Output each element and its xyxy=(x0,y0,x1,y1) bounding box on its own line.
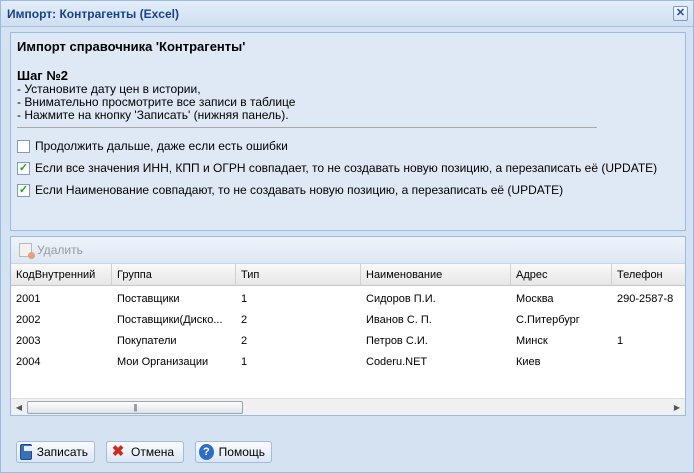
column-header[interactable]: КодВнутренний xyxy=(11,264,112,286)
table-row[interactable]: 2003 Покупатели 2 Петров С.И. Минск 1 xyxy=(11,331,685,352)
table-cell: Поставщики(Диско... xyxy=(117,314,223,326)
page-title: Импорт справочника 'Контрагенты' xyxy=(17,39,246,54)
table-cell: С.Питербург xyxy=(516,314,580,326)
step-title: Шаг №2 xyxy=(17,68,69,83)
divider xyxy=(17,127,597,128)
table-cell: Петров С.И. xyxy=(366,335,428,347)
table-cell: Поставщики xyxy=(117,293,180,305)
table-cell: 1 xyxy=(241,356,248,368)
horizontal-scrollbar[interactable]: ◀ ||| ▶ xyxy=(11,398,685,415)
save-button[interactable]: Записать xyxy=(16,441,95,463)
option-update-by-name[interactable]: ✓ Если Наименование совпадают, то не соз… xyxy=(17,182,563,198)
cancel-label: Отмена xyxy=(131,445,175,459)
option-update-by-inn[interactable]: ✓ Если все значения ИНН, КПП и ОГРН совп… xyxy=(17,160,657,176)
checkbox-update-by-name[interactable]: ✓ xyxy=(17,183,30,197)
save-label: Записать xyxy=(36,445,88,459)
table-cell xyxy=(612,310,685,331)
column-header[interactable]: Тип xyxy=(236,264,361,286)
scrollbar-thumb[interactable]: ||| xyxy=(27,401,243,414)
option-continue-on-errors[interactable]: Продолжить дальше, даже если есть ошибки xyxy=(17,138,288,154)
column-header[interactable]: Адрес xyxy=(511,264,612,286)
scroll-right-icon[interactable]: ▶ xyxy=(670,400,684,415)
table-cell: Иванов С. П. xyxy=(366,314,432,326)
table-cell: 2001 xyxy=(16,293,41,305)
cancel-icon: ✖ xyxy=(111,443,125,460)
table-cell: Киев xyxy=(516,356,541,368)
grid-toolbar: Удалить xyxy=(11,237,685,264)
instruction-line: - Нажмите на кнопку 'Записать' (нижняя п… xyxy=(17,108,289,122)
window-title: Импорт: Контрагенты (Excel) xyxy=(7,7,179,21)
checkbox-update-by-inn[interactable]: ✓ xyxy=(17,161,30,175)
table-cell: 2 xyxy=(241,314,248,326)
import-dialog: Импорт: Контрагенты (Excel) ✕ Импорт спр… xyxy=(0,0,694,473)
records-grid: Удалить КодВнутренний Группа Тип Наимено… xyxy=(10,236,686,416)
option-label: Если Наименование совпадают, то не созда… xyxy=(35,183,564,197)
delete-icon xyxy=(19,243,35,259)
table-row[interactable]: 2002 Поставщики(Диско... 2 Иванов С. П. … xyxy=(11,310,685,331)
help-label: Помощь xyxy=(218,445,265,459)
column-header[interactable]: Наименование xyxy=(361,264,511,286)
instruction-line: - Установите дату цен в истории, xyxy=(17,82,201,96)
table-cell: 1 xyxy=(617,335,624,347)
delete-label: Удалить xyxy=(37,243,83,257)
table-cell: Coderu.NET xyxy=(366,356,428,368)
scroll-left-icon[interactable]: ◀ xyxy=(12,400,26,415)
grid-header: КодВнутренний Группа Тип Наименование Ад… xyxy=(11,264,685,286)
table-cell: Москва xyxy=(516,293,554,305)
table-cell: Мои Организации xyxy=(117,356,209,368)
table-cell: 2004 xyxy=(16,356,41,368)
table-cell: Минск xyxy=(516,335,548,347)
close-icon[interactable]: ✕ xyxy=(673,6,688,21)
help-button[interactable]: ? Помощь xyxy=(195,441,272,463)
column-header[interactable]: Телефон xyxy=(612,264,685,286)
instruction-line: - Внимательно просмотрите все записи в т… xyxy=(17,95,296,109)
table-cell: 290-2587-8 xyxy=(617,293,674,305)
checkbox-continue-on-errors[interactable] xyxy=(17,139,30,153)
cancel-button[interactable]: ✖ Отмена xyxy=(106,441,184,463)
title-bar[interactable]: Импорт: Контрагенты (Excel) ✕ xyxy=(1,1,693,27)
table-cell: 2 xyxy=(241,335,248,347)
table-row[interactable]: 2001 Поставщики 1 Сидоров П.И. Москва 29… xyxy=(11,289,685,310)
instructions-panel: Импорт справочника 'Контрагенты' Шаг №2 … xyxy=(10,32,686,231)
option-label: Продолжить дальше, даже если есть ошибки xyxy=(35,139,288,153)
floppy-disk-icon xyxy=(20,444,32,460)
column-header[interactable]: Группа xyxy=(112,264,236,286)
table-cell: 2003 xyxy=(16,335,41,347)
table-cell: Сидоров П.И. xyxy=(366,293,436,305)
table-cell: 1 xyxy=(241,293,248,305)
delete-button[interactable]: Удалить xyxy=(19,243,83,259)
option-label: Если все значения ИНН, КПП и ОГРН совпад… xyxy=(35,161,658,175)
table-cell: 2002 xyxy=(16,314,41,326)
help-icon: ? xyxy=(199,444,214,460)
table-cell xyxy=(612,352,685,373)
table-cell: Покупатели xyxy=(117,335,177,347)
table-row[interactable]: 2004 Мои Организации 1 Coderu.NET Киев xyxy=(11,352,685,373)
